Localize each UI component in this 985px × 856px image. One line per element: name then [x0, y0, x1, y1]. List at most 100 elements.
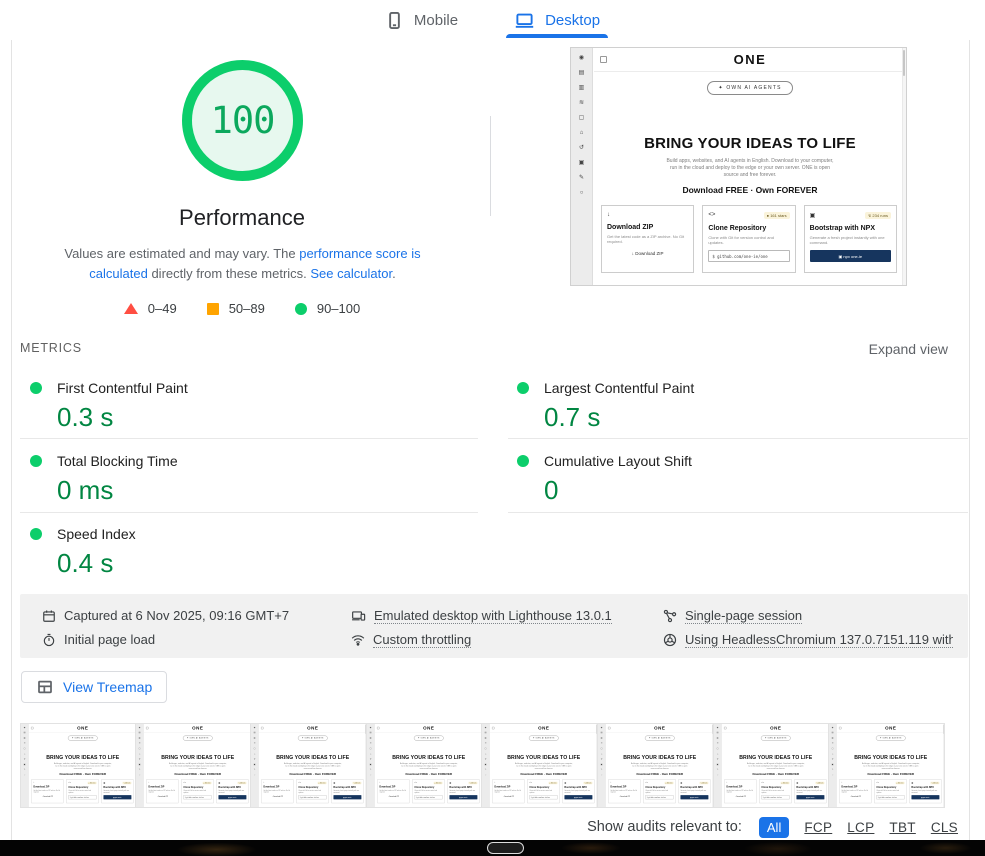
card-bootstrap-npx: ▣↯ 234 runs Bootstrap with NPX Generate …: [216, 779, 248, 803]
terminal-icon: ▣: [565, 782, 567, 784]
metric-label: Speed Index: [57, 526, 136, 542]
download-cards: ↓ Download ZIP Get the latest code as a …: [594, 195, 906, 273]
agents-badge: ✦ OWN AI AGENTS: [68, 736, 97, 741]
download-cards: ↓ Download ZIP Get the latest code as a …: [144, 776, 252, 803]
stars-badge: ● 161 stars: [764, 212, 790, 219]
agents-badge: ✦ OWN AI AGENTS: [183, 736, 212, 741]
screenshot-scrollbar: [943, 724, 944, 807]
download-icon: ↓: [264, 782, 265, 784]
filmstrip-frame: ◉ ▤ ▥ ≋ ▢ ⌂ ↺ ▣ ✎ ○ ONE ✦ OWN AI AGENTS …: [482, 723, 598, 808]
card-title: Download ZIP: [610, 786, 638, 788]
hero-headline: BRING YOUR IDEAS TO LIFE: [606, 755, 714, 761]
npx-button: ▣ npx one-ie: [449, 795, 477, 799]
one-logo: ONE: [654, 725, 665, 730]
card-title: Clone Repository: [877, 786, 905, 788]
pass-dot-icon: [30, 382, 42, 394]
drag-handle[interactable]: [487, 842, 524, 854]
download-cards: ↓ Download ZIP Get the latest code as a …: [259, 776, 367, 803]
card-clone-repo: <>● 161 stars Clone Repository Clone wit…: [874, 779, 906, 803]
metric-value: 0: [544, 475, 558, 506]
hero-headline: BRING YOUR IDEAS TO LIFE: [375, 755, 483, 761]
card-download-zip: ↓ Download ZIP Get the latest code as a …: [608, 779, 640, 803]
clone-command: $ github.com/one-ie/one: [414, 795, 442, 799]
metric-value: 0.7 s: [544, 402, 600, 433]
code-icon: <>: [530, 782, 532, 784]
download-icon: ↓: [495, 782, 496, 784]
filter-fcp[interactable]: FCP: [804, 820, 832, 835]
download-cards: ↓ Download ZIP Get the latest code as a …: [375, 776, 483, 803]
code-icon: <>: [761, 782, 763, 784]
card-download-zip: ↓ Download ZIP Get the latest code as a …: [31, 779, 63, 803]
card-bootstrap-npx: ▣↯ 234 runs Bootstrap with NPX Generate …: [563, 779, 595, 803]
chromium-version[interactable]: Using HeadlessChromium 137.0.7151.119 wi…: [663, 632, 953, 648]
performance-gauge[interactable]: 100: [182, 60, 303, 181]
stars-badge: ● 161 stars: [664, 782, 673, 784]
card-body: Get the latest code as a ZIP archive. No…: [607, 234, 688, 244]
screenshot-sidebar-icons: ◉ ▤ ▥ ≋ ▢ ⌂ ↺ ▣ ✎ ○: [367, 724, 375, 807]
screenshot-page: ONE ✦ OWN AI AGENTS BRING YOUR IDEAS TO …: [606, 724, 714, 807]
clone-command: $ github.com/one-ie/one: [183, 795, 211, 799]
tab-desktop[interactable]: Desktop: [500, 0, 614, 40]
card-title: Download ZIP: [264, 786, 292, 788]
filter-tbt[interactable]: TBT: [889, 820, 915, 835]
legend-fail-range: 0–49: [148, 301, 177, 316]
custom-throttling[interactable]: Custom throttling: [351, 632, 471, 648]
hero-headline: BRING YOUR IDEAS TO LIFE: [490, 755, 598, 761]
download-cards: ↓ Download ZIP Get the latest code as a …: [606, 776, 714, 803]
card-body: Generate a fresh project instantly with …: [796, 790, 824, 794]
runs-badge: ↯ 234 runs: [865, 212, 891, 219]
emulated-device[interactable]: Emulated desktop with Lighthouse 13.0.1: [351, 608, 612, 624]
legend-fail: 0–49: [124, 301, 177, 316]
download-cards: ↓ Download ZIP Get the latest code as a …: [837, 776, 945, 803]
card-title: Download ZIP: [726, 786, 754, 788]
session-type[interactable]: Single-page session: [663, 608, 802, 624]
clone-command: $ github.com/one-ie/one: [530, 795, 558, 799]
filter-lcp[interactable]: LCP: [847, 820, 874, 835]
view-treemap-button[interactable]: View Treemap: [21, 671, 167, 703]
download-cards: ↓ Download ZIP Get the latest code as a …: [721, 776, 829, 803]
legend-average: 50–89: [207, 301, 265, 316]
page-screenshot: ◉ ▤ ▥ ≋ ▢ ⌂ ↺ ▣ ✎ ○ ONE ✦ OWN AI AGENTS …: [367, 724, 483, 807]
card-body: Get the latest code as a ZIP archive. No…: [495, 789, 523, 793]
download-icon: ↓: [379, 782, 380, 784]
legend-pass-range: 90–100: [317, 301, 360, 316]
metric-value: 0.4 s: [57, 548, 113, 579]
card-body: Clone with Git for version control and u…: [414, 790, 442, 794]
chrome-icon: [663, 633, 677, 647]
session-nodes-icon: [663, 609, 677, 623]
metric-divider: [508, 438, 968, 439]
card-title: Bootstrap with NPX: [334, 786, 362, 788]
screenshot-sidebar-icons: ◉ ▤ ▥ ≋ ▢ ⌂ ↺ ▣ ✎ ○: [598, 724, 606, 807]
window-icon: [492, 727, 494, 729]
one-logo: ONE: [538, 725, 549, 730]
view-treemap-label: View Treemap: [63, 679, 152, 695]
agents-badge: ✦ OWN AI AGENTS: [298, 736, 327, 741]
terminal-icon: ▣: [911, 782, 913, 784]
window-icon: [600, 56, 607, 63]
hero-subtext: Build apps, websites, and AI agents in E…: [259, 763, 367, 770]
see-calculator-link[interactable]: See calculator: [310, 266, 392, 281]
card-bootstrap-npx: ▣↯ 234 runs Bootstrap with NPX Generate …: [794, 779, 826, 803]
tab-mobile[interactable]: Mobile: [371, 0, 472, 40]
window-icon: [839, 727, 841, 729]
screenshot-sidebar-icons: ◉ ▤ ▥ ≋ ▢ ⌂ ↺ ▣ ✎ ○: [714, 724, 722, 807]
hero-subtext: Build apps, websites, and AI agents in E…: [837, 763, 945, 770]
card-body: Get the latest code as a ZIP archive. No…: [379, 789, 407, 793]
active-tab-underline: [506, 34, 608, 38]
card-body: Generate a fresh project instantly with …: [565, 790, 593, 794]
card-download-zip: ↓ Download ZIP Get the latest code as a …: [840, 779, 872, 803]
card-body: Clone with Git for version control and u…: [530, 790, 558, 794]
metric-divider: [20, 512, 478, 513]
card-body: Clone with Git for version control and u…: [645, 790, 673, 794]
agents-badge: ✦ OWN AI AGENTS: [645, 736, 674, 741]
page-screenshot: ◉ ▤ ▥ ≋ ▢ ⌂ ↺ ▣ ✎ ○ ONE ✦ OWN AI AGENTS …: [829, 724, 945, 807]
download-icon: ↓: [148, 782, 149, 784]
card-title: Bootstrap with NPX: [810, 225, 891, 232]
card-download-zip: ↓ Download ZIP Get the latest code as a …: [377, 779, 409, 803]
filter-cls[interactable]: CLS: [931, 820, 958, 835]
card-body: Generate a fresh project instantly with …: [810, 235, 891, 245]
page-screenshot: ◉ ▤ ▥ ≋ ▢ ⌂ ↺ ▣ ✎ ○ ONE ✦ OWN AI AGENTS …: [21, 724, 136, 807]
filter-all[interactable]: All: [759, 817, 789, 838]
expand-view-button[interactable]: Expand view: [869, 341, 948, 357]
screenshot-page: ONE ✦ OWN AI AGENTS BRING YOUR IDEAS TO …: [29, 724, 136, 807]
